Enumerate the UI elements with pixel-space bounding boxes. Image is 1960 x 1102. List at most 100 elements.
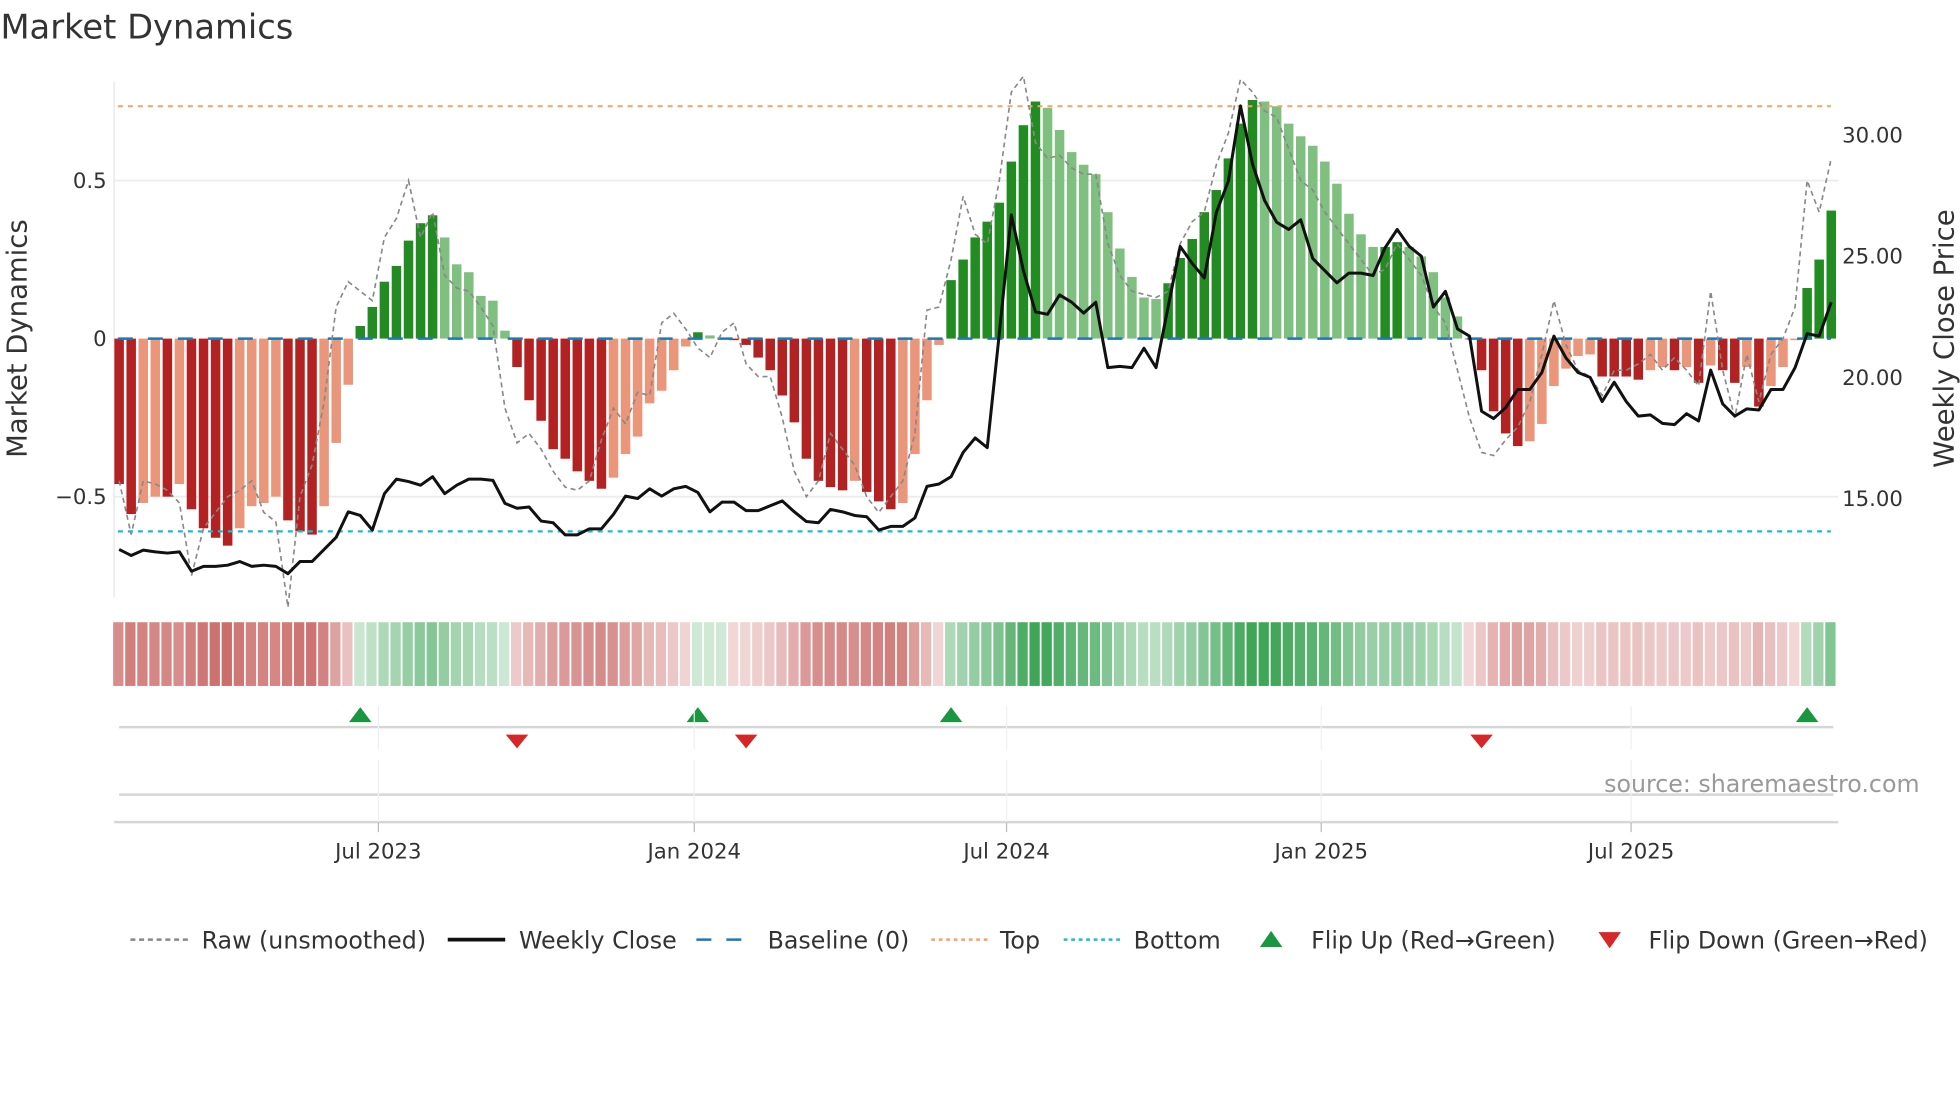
bar bbox=[488, 300, 498, 339]
regime-cell bbox=[1246, 622, 1257, 686]
bar bbox=[524, 338, 534, 401]
regime-cell bbox=[161, 622, 172, 686]
regime-strip bbox=[113, 622, 1836, 686]
legend-baseline-0-label: Baseline (0) bbox=[768, 926, 910, 954]
bar bbox=[1392, 242, 1402, 339]
regime-cell bbox=[860, 622, 871, 686]
bar bbox=[1054, 129, 1065, 339]
regime-cell bbox=[245, 622, 257, 686]
regime-cell bbox=[330, 622, 341, 686]
regime-cell bbox=[1403, 622, 1414, 686]
bar bbox=[970, 237, 980, 339]
regime-cell bbox=[788, 622, 799, 686]
regime-cell bbox=[1210, 622, 1221, 686]
regime-cell bbox=[812, 622, 823, 686]
flip-up-marker bbox=[939, 707, 963, 723]
regime-cell bbox=[908, 622, 920, 686]
bar bbox=[1500, 338, 1511, 434]
bar bbox=[922, 338, 932, 401]
regime-cell bbox=[1258, 622, 1269, 686]
legend-weekly-close-label: Weekly Close bbox=[519, 926, 677, 954]
regime-cell bbox=[366, 622, 377, 686]
regime-cell bbox=[1596, 622, 1607, 686]
bar bbox=[572, 338, 583, 472]
regime-cell bbox=[920, 622, 932, 686]
chart-title: Market Dynamics bbox=[0, 8, 293, 47]
bar bbox=[1380, 246, 1390, 339]
regime-cell bbox=[1162, 622, 1173, 686]
bar bbox=[1657, 338, 1668, 368]
regime-cell bbox=[390, 622, 401, 686]
regime-cell bbox=[655, 622, 667, 686]
regime-cell bbox=[233, 622, 245, 686]
x-axis: Jul 2023 Jan 2024 Jul 2024 Jan 2025 Jul 2025 bbox=[114, 705, 1839, 864]
flip-up-marker bbox=[1795, 707, 1819, 723]
bar bbox=[560, 338, 570, 459]
regime-cell bbox=[1427, 622, 1438, 686]
regime-cell bbox=[1572, 622, 1583, 686]
bar bbox=[837, 338, 848, 491]
bar bbox=[813, 338, 824, 481]
bar bbox=[958, 259, 968, 339]
bar bbox=[126, 338, 136, 515]
regime-cell bbox=[1499, 622, 1511, 686]
regime-cell bbox=[113, 622, 124, 686]
bar bbox=[283, 338, 293, 521]
regime-cell bbox=[1463, 622, 1474, 686]
bar bbox=[391, 265, 402, 339]
regime-cell bbox=[703, 622, 715, 686]
bar bbox=[1151, 299, 1161, 339]
bar bbox=[1247, 99, 1258, 339]
regime-cell bbox=[1439, 622, 1450, 686]
bar bbox=[898, 338, 908, 503]
y-tick-label: 0.5 bbox=[73, 169, 107, 194]
regime-cell bbox=[1523, 622, 1535, 686]
y-axis-right: 30.00 25.00 20.00 15.00 bbox=[1842, 123, 1903, 512]
regime-cell bbox=[1789, 622, 1800, 686]
bar bbox=[1730, 338, 1740, 383]
regime-cell bbox=[800, 622, 811, 686]
bar bbox=[162, 338, 173, 497]
flip-markers bbox=[119, 707, 1834, 749]
bar bbox=[150, 338, 161, 497]
regime-cell bbox=[1825, 622, 1836, 686]
bar bbox=[873, 338, 884, 502]
regime-cell bbox=[1174, 622, 1185, 686]
regime-cell bbox=[1137, 622, 1149, 686]
regime-cell bbox=[318, 622, 329, 686]
regime-cell bbox=[511, 622, 522, 686]
regime-cell bbox=[1668, 622, 1679, 686]
regime-cell bbox=[607, 622, 618, 686]
bar bbox=[295, 338, 305, 532]
regime-cell bbox=[1451, 622, 1462, 686]
y-tick-label-right: 20.00 bbox=[1842, 366, 1903, 391]
regime-cell bbox=[945, 622, 956, 686]
bar bbox=[464, 272, 474, 339]
regime-cell bbox=[1017, 622, 1028, 686]
regime-cell bbox=[1065, 622, 1076, 686]
regime-cell bbox=[1535, 622, 1547, 686]
bar bbox=[1766, 338, 1776, 387]
legend-flip-down-green-red-icon bbox=[1598, 932, 1621, 949]
regime-cell bbox=[884, 622, 896, 686]
bar bbox=[1802, 288, 1812, 339]
bar bbox=[1826, 210, 1836, 339]
regime-cell bbox=[185, 622, 196, 686]
flip-up-marker bbox=[686, 707, 710, 723]
regime-cell bbox=[1475, 622, 1486, 686]
regime-cell bbox=[1150, 622, 1161, 686]
regime-cell bbox=[1704, 622, 1715, 686]
regime-cell bbox=[1029, 622, 1040, 686]
bar bbox=[777, 338, 788, 396]
regime-cell bbox=[1330, 622, 1342, 686]
bar bbox=[198, 338, 209, 529]
bar bbox=[259, 338, 269, 503]
regime-cell bbox=[535, 622, 546, 686]
regime-cell bbox=[981, 622, 992, 686]
bar bbox=[403, 240, 414, 339]
bar bbox=[982, 221, 992, 339]
bar bbox=[138, 338, 149, 503]
bar bbox=[1115, 248, 1125, 339]
regime-cell bbox=[1355, 622, 1366, 686]
bar-series bbox=[114, 99, 1836, 546]
